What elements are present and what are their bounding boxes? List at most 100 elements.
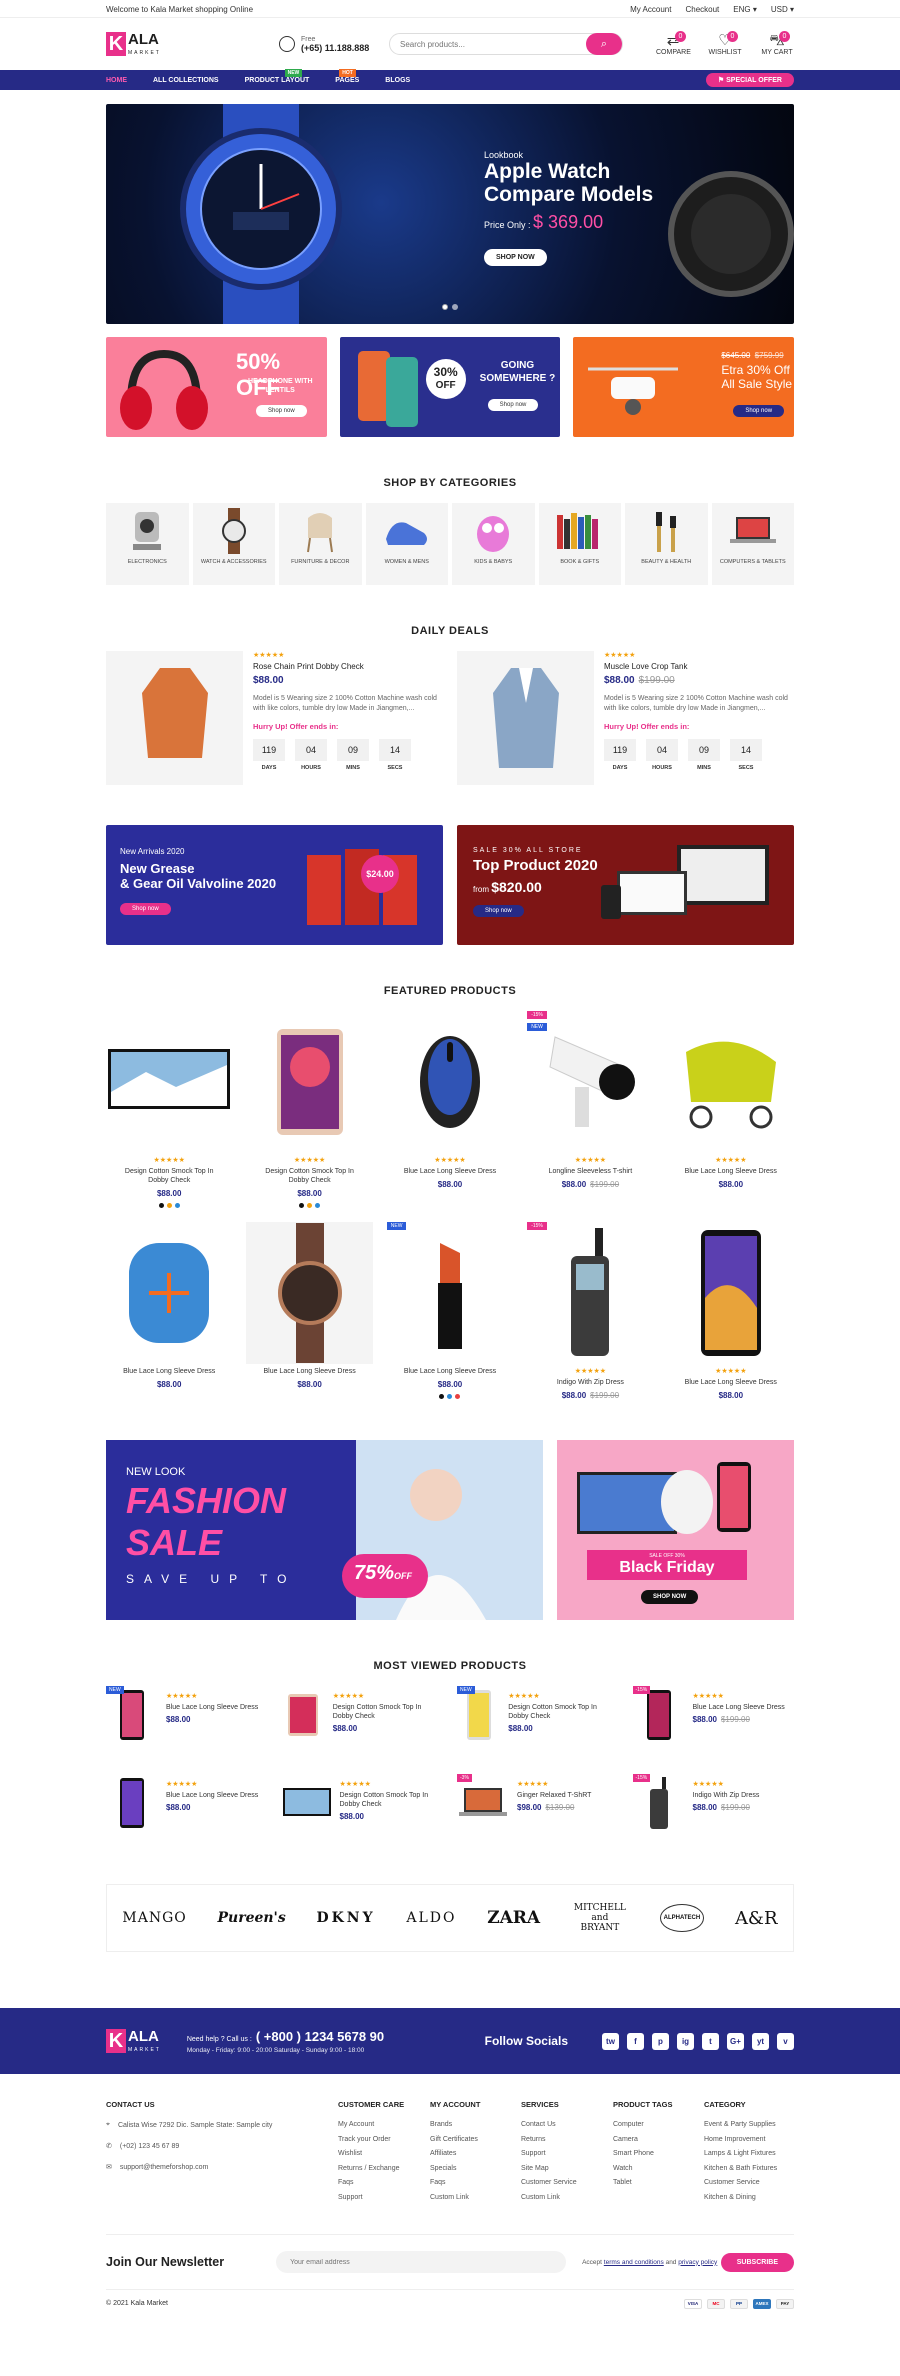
product-card[interactable]: ★★★★★ Blue Lace Long Sleeve Dress $88.00	[668, 1222, 794, 1400]
slider-dot-2[interactable]	[452, 304, 458, 310]
product-image[interactable]	[246, 1011, 372, 1153]
category-books[interactable]: BOOK & GIFTS	[538, 503, 621, 585]
search-button[interactable]: ⌕	[586, 33, 622, 55]
nav-pages[interactable]: PAGES HOT	[335, 68, 359, 84]
brand-logo[interactable]: MANGO	[122, 1910, 186, 1926]
pinterest-icon[interactable]: p	[652, 2032, 669, 2050]
facebook-icon[interactable]: f	[627, 2032, 644, 2050]
search-input[interactable]	[400, 39, 586, 49]
nav-all-collections[interactable]: ALL COLLECTIONS	[153, 77, 219, 84]
deal-name[interactable]: Muscle Love Crop Tank	[604, 662, 794, 671]
nav-product-layout[interactable]: PRODUCT LAYOUT NEW	[245, 68, 309, 84]
deal-name[interactable]: Rose Chain Print Dobby Check	[253, 662, 443, 671]
list-item[interactable]: -15% ★★★★★ Blue Lace Long Sleeve Dress $88.…	[632, 1686, 795, 1744]
category-kids[interactable]: KIDS & BABYS	[452, 503, 535, 585]
logo[interactable]: K ALA MARKET	[106, 32, 279, 56]
wishlist-button[interactable]: ♡ 0 WISHLIST	[708, 30, 742, 56]
compare-button[interactable]: ⇄ 0 COMPARE	[656, 30, 691, 56]
product-image[interactable]	[668, 1011, 794, 1153]
list-item[interactable]: ★★★★★ Design Cotton Smock Top In Dobby Ch…	[282, 1774, 444, 1832]
product-name[interactable]: Design Cotton Smock Top In Dobby Check	[246, 1167, 372, 1185]
headphone-banner[interactable]: 50% OFF HEADPHONE WITH LENTILS Shop now	[106, 337, 327, 437]
product-card[interactable]: -15% ★★★★★ Indigo With Zip Dress $88.00 $19…	[527, 1222, 653, 1400]
language-select[interactable]: ENG ▾	[733, 5, 757, 14]
promo-right-shop-button[interactable]: Shop now	[473, 905, 524, 917]
brand-logo[interactable]: ZARA	[487, 1908, 540, 1928]
grease-banner[interactable]: New Arrivals 2020 New Grease & Gear Oil V…	[106, 825, 443, 945]
product-card[interactable]: ★★★★★ Design Cotton Smock Top In Dobby Ch…	[106, 1011, 232, 1208]
product-name[interactable]: Blue Lace Long Sleeve Dress	[106, 1367, 232, 1376]
product-name[interactable]: Blue Lace Long Sleeve Dress	[387, 1167, 513, 1176]
product-name[interactable]: Design Cotton Smock Top In Dobby Check	[106, 1167, 232, 1185]
product-name[interactable]: Indigo With Zip Dress	[527, 1378, 653, 1387]
product-image[interactable]	[387, 1011, 513, 1153]
vimeo-icon[interactable]: v	[777, 2032, 794, 2050]
hero-shop-now-button[interactable]: SHOP NOW	[484, 249, 547, 266]
twitter-icon[interactable]: tw	[602, 2032, 619, 2050]
product-name[interactable]: Blue Lace Long Sleeve Dress	[387, 1367, 513, 1376]
product-image[interactable]	[106, 1222, 232, 1364]
deal-image[interactable]	[457, 651, 594, 785]
product-image[interactable]	[246, 1222, 373, 1364]
list-item[interactable]: ★★★★★ Design Cotton Smock Top In Dobby Ch…	[282, 1686, 444, 1744]
youtube-icon[interactable]: yt	[752, 2032, 769, 2050]
brand-logo[interactable]: A&R	[735, 1908, 778, 1929]
product-card[interactable]: Blue Lace Long Sleeve Dress $88.00	[246, 1222, 373, 1400]
black-friday-banner[interactable]: SALE OFF 30% Black Friday SHOP NOW	[557, 1440, 794, 1620]
newsletter-email-input[interactable]	[276, 2251, 567, 2273]
checkout-link[interactable]: Checkout	[685, 5, 719, 14]
product-name[interactable]: Longline Sleeveless T-shirt	[527, 1167, 653, 1176]
currency-select[interactable]: USD ▾	[771, 5, 794, 14]
cart-button[interactable]: ⛍ 0 MY CART	[760, 30, 794, 56]
product-card[interactable]: -15% NEW ★★★★★ Longline Sleeveless T-shirt…	[527, 1011, 653, 1208]
product-image[interactable]	[668, 1222, 794, 1364]
product-image[interactable]	[106, 1011, 232, 1153]
list-item[interactable]: NEW ★★★★★ Design Cotton Smock Top In Dobby…	[457, 1686, 619, 1744]
nav-home[interactable]: HOME	[106, 77, 127, 84]
color-swatches[interactable]	[106, 1203, 232, 1208]
color-swatches[interactable]	[387, 1394, 513, 1399]
promo-left-shop-button[interactable]: Shop now	[120, 903, 171, 915]
deal-image[interactable]	[106, 651, 243, 785]
product-name[interactable]: Blue Lace Long Sleeve Dress	[668, 1167, 794, 1176]
slider-dot-1[interactable]	[442, 304, 448, 310]
product-name[interactable]: Blue Lace Long Sleeve Dress	[668, 1378, 794, 1387]
product-card[interactable]: ★★★★★ Blue Lace Long Sleeve Dress $88.00	[387, 1011, 513, 1208]
subscribe-button[interactable]: SUBSCRIBE	[720, 2252, 794, 2272]
b3-shop-button[interactable]: Shop now	[733, 405, 785, 417]
category-electronics[interactable]: ELECTRONICS	[106, 503, 189, 585]
product-card[interactable]: Blue Lace Long Sleeve Dress $88.00	[106, 1222, 232, 1400]
brand-logo[interactable]: MITCHELL and BRYANT	[571, 1903, 629, 1933]
color-swatches[interactable]	[246, 1203, 372, 1208]
product-card[interactable]: ★★★★★ Design Cotton Smock Top In Dobby Ch…	[246, 1011, 372, 1208]
list-item[interactable]: -3% ★★★★★ Ginger Relaxed T-ShRT $98.00 $139.…	[457, 1774, 619, 1832]
category-women-mens[interactable]: WOMEN & MENS	[365, 503, 448, 585]
category-furniture[interactable]: FURNITURE & DECOR	[279, 503, 362, 585]
product-image[interactable]: -15%	[527, 1222, 653, 1364]
b2-shop-button[interactable]: Shop now	[487, 399, 539, 411]
brand-logo[interactable]: Pureen's	[217, 1910, 285, 1926]
category-beauty[interactable]: BEAUTY & HEALTH	[625, 503, 708, 585]
instagram-icon[interactable]: ig	[677, 2032, 694, 2050]
product-card[interactable]: ★★★★★ Blue Lace Long Sleeve Dress $88.00	[668, 1011, 794, 1208]
google-plus-icon[interactable]: G+	[727, 2032, 744, 2050]
newsletter-agree[interactable]: Accept terms and conditions and privacy …	[582, 2259, 717, 2266]
category-computers[interactable]: COMPUTERS & TABLETS	[711, 503, 794, 585]
product-name[interactable]: Blue Lace Long Sleeve Dress	[246, 1367, 372, 1376]
bf-shop-now-button[interactable]: SHOP NOW	[641, 1590, 699, 1604]
product-card[interactable]: NEW Blue Lace Long Sleeve Dress $88.00	[386, 1222, 513, 1400]
my-account-link[interactable]: My Account	[630, 5, 671, 14]
b1-shop-button[interactable]: Shop now	[256, 405, 307, 417]
brand-logo[interactable]: ALPHATECH	[659, 1904, 705, 1932]
category-watch[interactable]: WATCH & ACCESSORIES	[192, 503, 275, 585]
special-offer-button[interactable]: ⚑ SPECIAL OFFER	[705, 73, 794, 87]
fashion-sale-banner[interactable]: NEW LOOK FASHION SALE SAVE UP TO 75%OFF	[106, 1440, 543, 1620]
footer-logo[interactable]: K ALA MARKET	[106, 2029, 161, 2053]
phone-banner[interactable]: 30% OFF GOING SOMEWHERE ? Shop now	[339, 337, 561, 437]
tumblr-icon[interactable]: t	[702, 2032, 719, 2050]
top-product-banner[interactable]: SALE 30% ALL STORE Top Product 2020 from…	[457, 825, 794, 945]
product-image[interactable]: -15% NEW	[527, 1011, 653, 1153]
brand-logo[interactable]: DKNY	[316, 1910, 375, 1926]
brand-logo[interactable]: ALDO	[406, 1910, 456, 1926]
list-item[interactable]: ★★★★★ Blue Lace Long Sleeve Dress $88.00	[106, 1774, 268, 1832]
